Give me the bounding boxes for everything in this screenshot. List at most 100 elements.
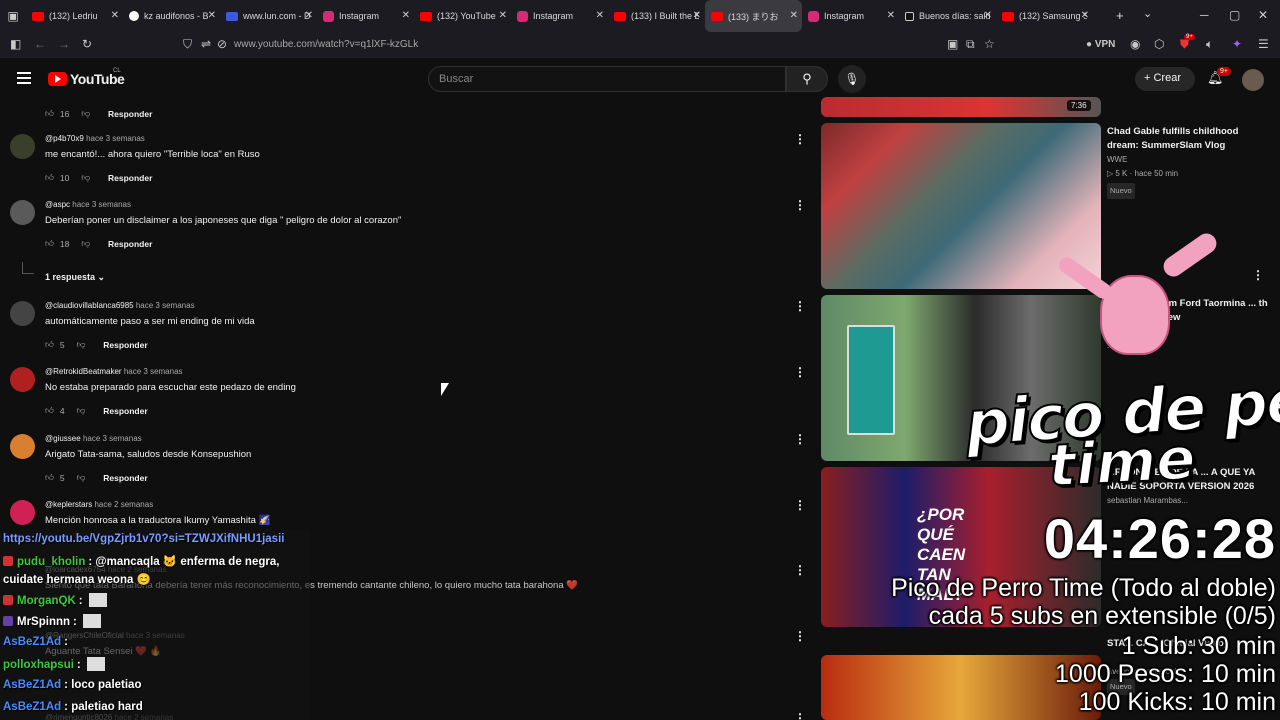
browser-tab[interactable]: www.lun.com - D ✕ [220, 0, 317, 32]
dislike-icon[interactable]: 👎︎ [77, 339, 86, 350]
close-tab-icon[interactable]: ✕ [984, 10, 992, 21]
comment-author[interactable]: @RetrokidBeatmaker hace 3 semanas [45, 367, 183, 376]
reload-icon[interactable]: ↻ [82, 37, 92, 51]
sidebar-toggle-icon[interactable]: ◧ [10, 37, 21, 51]
view-replies-button[interactable]: 1 respuesta ⌄ [45, 272, 105, 283]
browser-tab[interactable]: Instagram ✕ [511, 0, 608, 32]
hamburger-menu-icon[interactable] [17, 72, 31, 87]
comment-options-icon[interactable]: ⋮ [794, 629, 806, 643]
like-icon[interactable]: 👍︎ [45, 108, 54, 119]
comment-author[interactable]: @keplerstars hace 2 semanas [45, 500, 153, 509]
chat-username[interactable]: MorganQK [17, 595, 76, 607]
comment-handle[interactable]: @p4b70x9 [45, 134, 84, 143]
comment-handle[interactable]: @claudiovillablanca6985 [45, 301, 134, 310]
back-icon[interactable]: ← [34, 37, 46, 51]
reply-button[interactable]: Responder [103, 340, 147, 350]
comment-author[interactable]: @claudiovillablanca6985 hace 3 semanas [45, 301, 195, 310]
comment-author[interactable]: @giussee hace 3 semanas [45, 434, 142, 443]
comment-options-icon[interactable]: ⋮ [794, 132, 806, 146]
close-window-icon[interactable]: ✕ [1258, 8, 1268, 22]
site-settings-icon[interactable]: ⇌ [201, 37, 211, 51]
reply-button[interactable]: Responder [108, 173, 152, 183]
close-tab-icon[interactable]: ✕ [305, 10, 313, 21]
avatar[interactable] [10, 301, 35, 326]
create-button[interactable]: + Crear [1135, 67, 1195, 91]
comment-author[interactable]: @aspc hace 3 semanas [45, 200, 131, 209]
dislike-icon[interactable]: 👎︎ [81, 238, 90, 249]
avatar[interactable] [10, 134, 35, 159]
close-tab-icon[interactable]: ✕ [111, 10, 119, 21]
video-options-icon[interactable]: ⋮ [1252, 268, 1264, 282]
avatar[interactable] [10, 367, 35, 392]
avatar[interactable] [10, 200, 35, 225]
comment-options-icon[interactable]: ⋮ [794, 432, 806, 446]
avatar[interactable] [10, 434, 35, 459]
close-tab-icon[interactable]: ✕ [596, 10, 604, 21]
close-tab-icon[interactable]: ✕ [887, 10, 895, 21]
tracking-icon[interactable]: ⊘ [217, 37, 227, 51]
reply-button[interactable]: Responder [108, 109, 152, 119]
like-icon[interactable]: 👍︎ [45, 405, 54, 416]
browser-tab[interactable]: kz audifonos - B ✕ [123, 0, 220, 32]
bookmark-star-icon[interactable]: ☆ [984, 37, 995, 51]
forward-icon[interactable]: → [58, 37, 70, 51]
dislike-icon[interactable]: 👎︎ [77, 405, 86, 416]
browser-tab[interactable]: (132) Samsung S ✕ [996, 0, 1093, 32]
close-tab-icon[interactable]: ✕ [1081, 10, 1089, 21]
url-field[interactable]: www.youtube.com/watch?v=q1lXF-kzGLk [234, 39, 418, 50]
browser-tab[interactable]: (132) Ledriu ✕ [26, 0, 123, 32]
browser-tab[interactable]: (133) まりお ✕ [705, 0, 802, 32]
shield-icon[interactable]: ⛉ [183, 37, 192, 52]
comment-options-icon[interactable]: ⋮ [794, 711, 806, 720]
chat-username[interactable]: polloxhapsui [3, 659, 74, 671]
avatar[interactable] [10, 500, 35, 525]
chat-username[interactable]: MrSpinnn [17, 616, 70, 628]
browser-tab[interactable]: Instagram ✕ [802, 0, 899, 32]
thumbnail-top[interactable] [821, 97, 1101, 117]
workspaces-icon[interactable]: ▣ [0, 9, 26, 23]
close-tab-icon[interactable]: ✕ [402, 10, 410, 21]
close-tab-icon[interactable]: ✕ [790, 10, 798, 21]
pip-icon[interactable]: ⧉ [966, 37, 975, 52]
minimize-icon[interactable]: ─ [1200, 8, 1209, 22]
browser-tab[interactable]: (132) YouTube ✕ [414, 0, 511, 32]
vpn-button[interactable]: ● VPN [1086, 39, 1115, 50]
browser-tab[interactable]: Instagram ✕ [317, 0, 414, 32]
reply-button[interactable]: Responder [103, 473, 147, 483]
new-tab-icon[interactable]: + [1116, 8, 1124, 23]
aria-icon[interactable]: ✦ [1232, 37, 1242, 51]
speaker-icon[interactable]: 🔈︎ [1206, 37, 1213, 52]
like-icon[interactable]: 👍︎ [45, 472, 54, 483]
browser-tab[interactable]: Buenos días: salu ✕ [899, 0, 996, 32]
chat-username[interactable]: AsBeZ1Ad [3, 636, 61, 648]
chat-username[interactable]: pudu_kholin [17, 556, 85, 568]
maximize-icon[interactable]: ▢ [1229, 8, 1240, 22]
tab-list-chevron-icon[interactable]: ⌄ [1143, 7, 1152, 20]
comment-handle[interactable]: @giussee [45, 434, 81, 443]
reply-button[interactable]: Responder [108, 239, 152, 249]
like-icon[interactable]: 👍︎ [45, 339, 54, 350]
video-channel[interactable]: WWE [1107, 153, 1127, 167]
comment-author[interactable]: @p4b70x9 hace 3 semanas [45, 134, 145, 143]
like-icon[interactable]: 👍︎ [45, 172, 54, 183]
dislike-icon[interactable]: 👎︎ [77, 472, 86, 483]
browser-tab[interactable]: (133) I Built the E ✕ [608, 0, 705, 32]
dislike-icon[interactable]: 👎︎ [81, 108, 90, 119]
chat-username[interactable]: AsBeZ1Ad [3, 679, 61, 691]
comment-options-icon[interactable]: ⋮ [794, 498, 806, 512]
comment-options-icon[interactable]: ⋮ [794, 365, 806, 379]
search-input[interactable]: Buscar [428, 66, 786, 92]
close-tab-icon[interactable]: ✕ [499, 10, 507, 21]
close-tab-icon[interactable]: ✕ [208, 10, 216, 21]
comment-handle[interactable]: @RetrokidBeatmaker [45, 367, 122, 376]
search-button[interactable]: ⚲ [786, 66, 828, 92]
chat-username[interactable]: AsBeZ1Ad [3, 701, 61, 713]
youtube-logo[interactable]: YouTube CL [48, 68, 125, 87]
like-icon[interactable]: 👍︎ [45, 238, 54, 249]
comment-options-icon[interactable]: ⋮ [794, 299, 806, 313]
comment-handle[interactable]: @keplerstars [45, 500, 92, 509]
browser-menu-icon[interactable]: ☰ [1258, 37, 1269, 51]
video-title[interactable]: Chad Gable fulfills childhood dream: Sum… [1107, 125, 1272, 153]
voice-search-button[interactable]: 🎙︎ [838, 65, 866, 93]
account-avatar[interactable] [1242, 69, 1264, 91]
